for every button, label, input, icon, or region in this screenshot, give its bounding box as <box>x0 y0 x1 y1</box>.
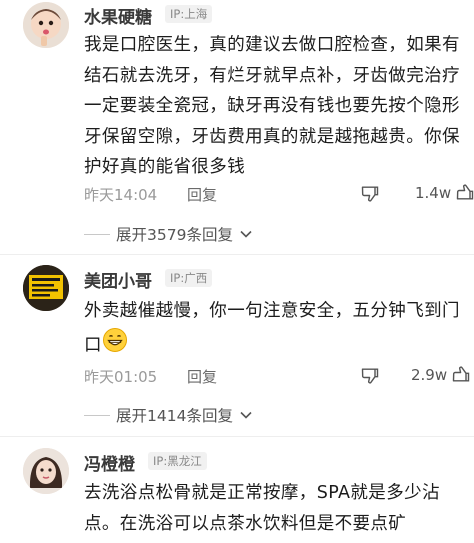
expand-replies-button[interactable]: 展开3579条回复 <box>84 223 253 245</box>
comment-text: 外卖越催越慢，你一句注意安全，五分钟飞到门口 <box>84 296 468 363</box>
thumbs-down-icon[interactable] <box>360 183 380 203</box>
thumbs-up-icon[interactable] <box>455 183 474 203</box>
expand-replies-button[interactable]: 展开1414条回复 <box>84 404 253 426</box>
comment-username[interactable]: 冯橙橙 <box>84 450 135 475</box>
like-count: 2.9w <box>411 366 448 384</box>
avatar-image <box>23 448 69 494</box>
expand-replies-label: 展开1414条回复 <box>116 407 233 425</box>
comment-divider <box>0 254 474 255</box>
comment-timestamp: 昨天14:04 <box>84 186 158 204</box>
like-control[interactable]: 2.9w <box>411 365 471 385</box>
ip-location-tag: IP:广西 <box>165 269 213 287</box>
grinning-face-emoji <box>102 327 128 364</box>
thumbs-down-icon[interactable] <box>360 365 380 385</box>
expand-replies-label: 展开3579条回复 <box>116 226 233 244</box>
user-avatar[interactable] <box>23 265 69 311</box>
comment-username[interactable]: 美团小哥 <box>84 267 152 292</box>
avatar-image <box>23 265 69 311</box>
chevron-down-icon <box>240 411 252 419</box>
ip-location-tag: IP:上海 <box>165 5 213 23</box>
comment-text: 去洗浴点松骨就是正常按摩，SPA就是多少沾点。在洗浴可以点茶水饮料但是不要点矿 <box>84 483 440 534</box>
avatar-image <box>23 2 69 48</box>
comment-divider <box>0 436 474 437</box>
ip-location-tag: IP:黑龙江 <box>148 452 207 470</box>
user-avatar[interactable] <box>23 448 69 494</box>
comment-timestamp: 昨天01:05 <box>84 368 158 386</box>
reply-button[interactable]: 回复 <box>187 366 217 387</box>
expand-divider-line <box>84 233 110 235</box>
comment-text: 我是口腔医生，真的建议去做口腔检查，如果有结石就去洗牙，有烂牙就早点补，牙齿做完… <box>84 35 460 177</box>
chevron-down-icon <box>240 230 252 238</box>
comment-text-content: 外卖越催越慢，你一句注意安全，五分钟飞到门口 <box>84 301 460 355</box>
expand-divider-line <box>84 414 110 416</box>
like-control[interactable]: 1.4w <box>415 183 474 203</box>
like-count: 1.4w <box>415 184 452 202</box>
user-avatar[interactable] <box>23 2 69 48</box>
comment-username[interactable]: 水果硬糖 <box>84 3 152 28</box>
reply-button[interactable]: 回复 <box>187 184 217 205</box>
thumbs-up-icon[interactable] <box>451 365 471 385</box>
